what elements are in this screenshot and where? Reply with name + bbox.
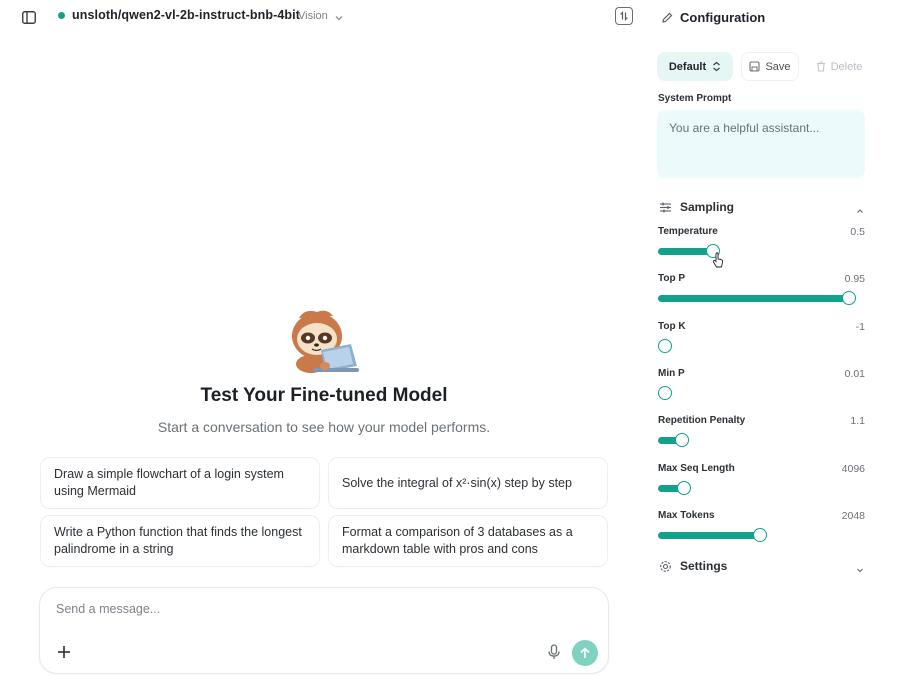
param-slider[interactable] xyxy=(658,386,855,400)
sliders-icon xyxy=(659,201,672,214)
sloth-mascot-image xyxy=(287,306,361,376)
chat-topbar: unsloth/qwen2-vl-2b-instruct-bnb-4bit Vi… xyxy=(0,0,645,34)
model-type-badge: Vision xyxy=(298,10,328,22)
param-label: Max Seq Length xyxy=(658,463,735,474)
panel-title: Configuration xyxy=(680,10,766,25)
chat-area: unsloth/qwen2-vl-2b-instruct-bnb-4bit Vi… xyxy=(0,0,645,698)
param-slider[interactable] xyxy=(658,528,855,542)
pencil-icon xyxy=(661,11,673,23)
save-icon xyxy=(749,61,761,72)
configuration-panel: Configuration Default Save Delete System… xyxy=(645,0,900,698)
suggestion-card[interactable]: Draw a simple flowchart of a login syste… xyxy=(40,457,320,509)
param-value: 4096 xyxy=(841,463,865,475)
slider-thumb[interactable] xyxy=(658,339,672,353)
arrow-up-icon xyxy=(580,647,590,658)
slider-thumb[interactable] xyxy=(753,528,767,542)
slider-fill xyxy=(658,248,713,255)
gear-icon xyxy=(659,560,672,573)
plus-icon[interactable] xyxy=(56,644,72,660)
param-label: Top K xyxy=(658,321,686,332)
model-name[interactable]: unsloth/qwen2-vl-2b-instruct-bnb-4bit xyxy=(72,8,300,22)
slider-thumb[interactable] xyxy=(677,481,691,495)
param-slider[interactable] xyxy=(658,339,855,353)
save-button[interactable]: Save xyxy=(741,52,799,81)
param-value: 0.5 xyxy=(850,226,865,238)
param-value: 2048 xyxy=(841,510,865,522)
chevron-down-icon[interactable] xyxy=(334,10,344,21)
slider-thumb[interactable] xyxy=(658,386,672,400)
param-label: Top P xyxy=(658,273,686,284)
param-value: 0.01 xyxy=(844,368,865,380)
chevron-up-icon xyxy=(855,203,865,213)
param-slider[interactable] xyxy=(658,433,855,447)
microphone-icon[interactable] xyxy=(547,644,561,660)
param-label: Temperature xyxy=(658,226,718,237)
settings-section-header[interactable]: Settings xyxy=(657,557,865,577)
preset-label: Default xyxy=(668,60,707,73)
slider-thumb[interactable] xyxy=(842,291,856,305)
param-value: 1.1 xyxy=(850,415,865,427)
param-value: 0.95 xyxy=(844,273,865,285)
message-composer xyxy=(39,587,609,674)
sampling-title: Sampling xyxy=(680,200,735,214)
save-label: Save xyxy=(765,60,791,73)
suggestion-card[interactable]: Solve the integral of x²·sin(x) step by … xyxy=(328,457,608,509)
compare-icon[interactable] xyxy=(615,7,633,25)
param-slider[interactable] xyxy=(658,481,855,495)
slider-fill xyxy=(658,295,849,302)
mouse-cursor-icon xyxy=(712,252,724,270)
send-button[interactable] xyxy=(572,640,598,666)
system-prompt-input[interactable] xyxy=(657,110,865,178)
slider-fill xyxy=(658,532,760,539)
hero-title: Test Your Fine-tuned Model xyxy=(200,385,448,406)
trash-icon xyxy=(816,61,825,72)
param-label: Repetition Penalty xyxy=(658,415,746,426)
param-slider[interactable] xyxy=(658,291,856,305)
suggestion-card[interactable]: Write a Python function that finds the l… xyxy=(40,515,320,567)
slider-thumb[interactable] xyxy=(675,433,689,447)
delete-button[interactable]: Delete xyxy=(807,52,871,81)
param-slider[interactable] xyxy=(658,244,855,258)
settings-title: Settings xyxy=(680,559,728,573)
hero-subtitle: Start a conversation to see how your mod… xyxy=(157,419,491,435)
system-prompt-label: System Prompt xyxy=(658,93,732,104)
message-input[interactable] xyxy=(56,602,576,616)
sidebar-toggle-icon[interactable] xyxy=(20,8,38,26)
chevron-up-down-icon xyxy=(713,61,721,72)
preset-selector[interactable]: Default xyxy=(657,52,733,81)
sampling-section-header[interactable]: Sampling xyxy=(657,198,865,218)
model-status-dot xyxy=(58,12,65,19)
delete-label: Delete xyxy=(830,60,863,73)
chevron-down-icon xyxy=(855,562,865,573)
param-label: Max Tokens xyxy=(658,510,715,521)
suggestion-card[interactable]: Format a comparison of 3 databases as a … xyxy=(328,515,608,567)
param-value: -1 xyxy=(855,321,865,333)
param-label: Min P xyxy=(658,368,685,379)
